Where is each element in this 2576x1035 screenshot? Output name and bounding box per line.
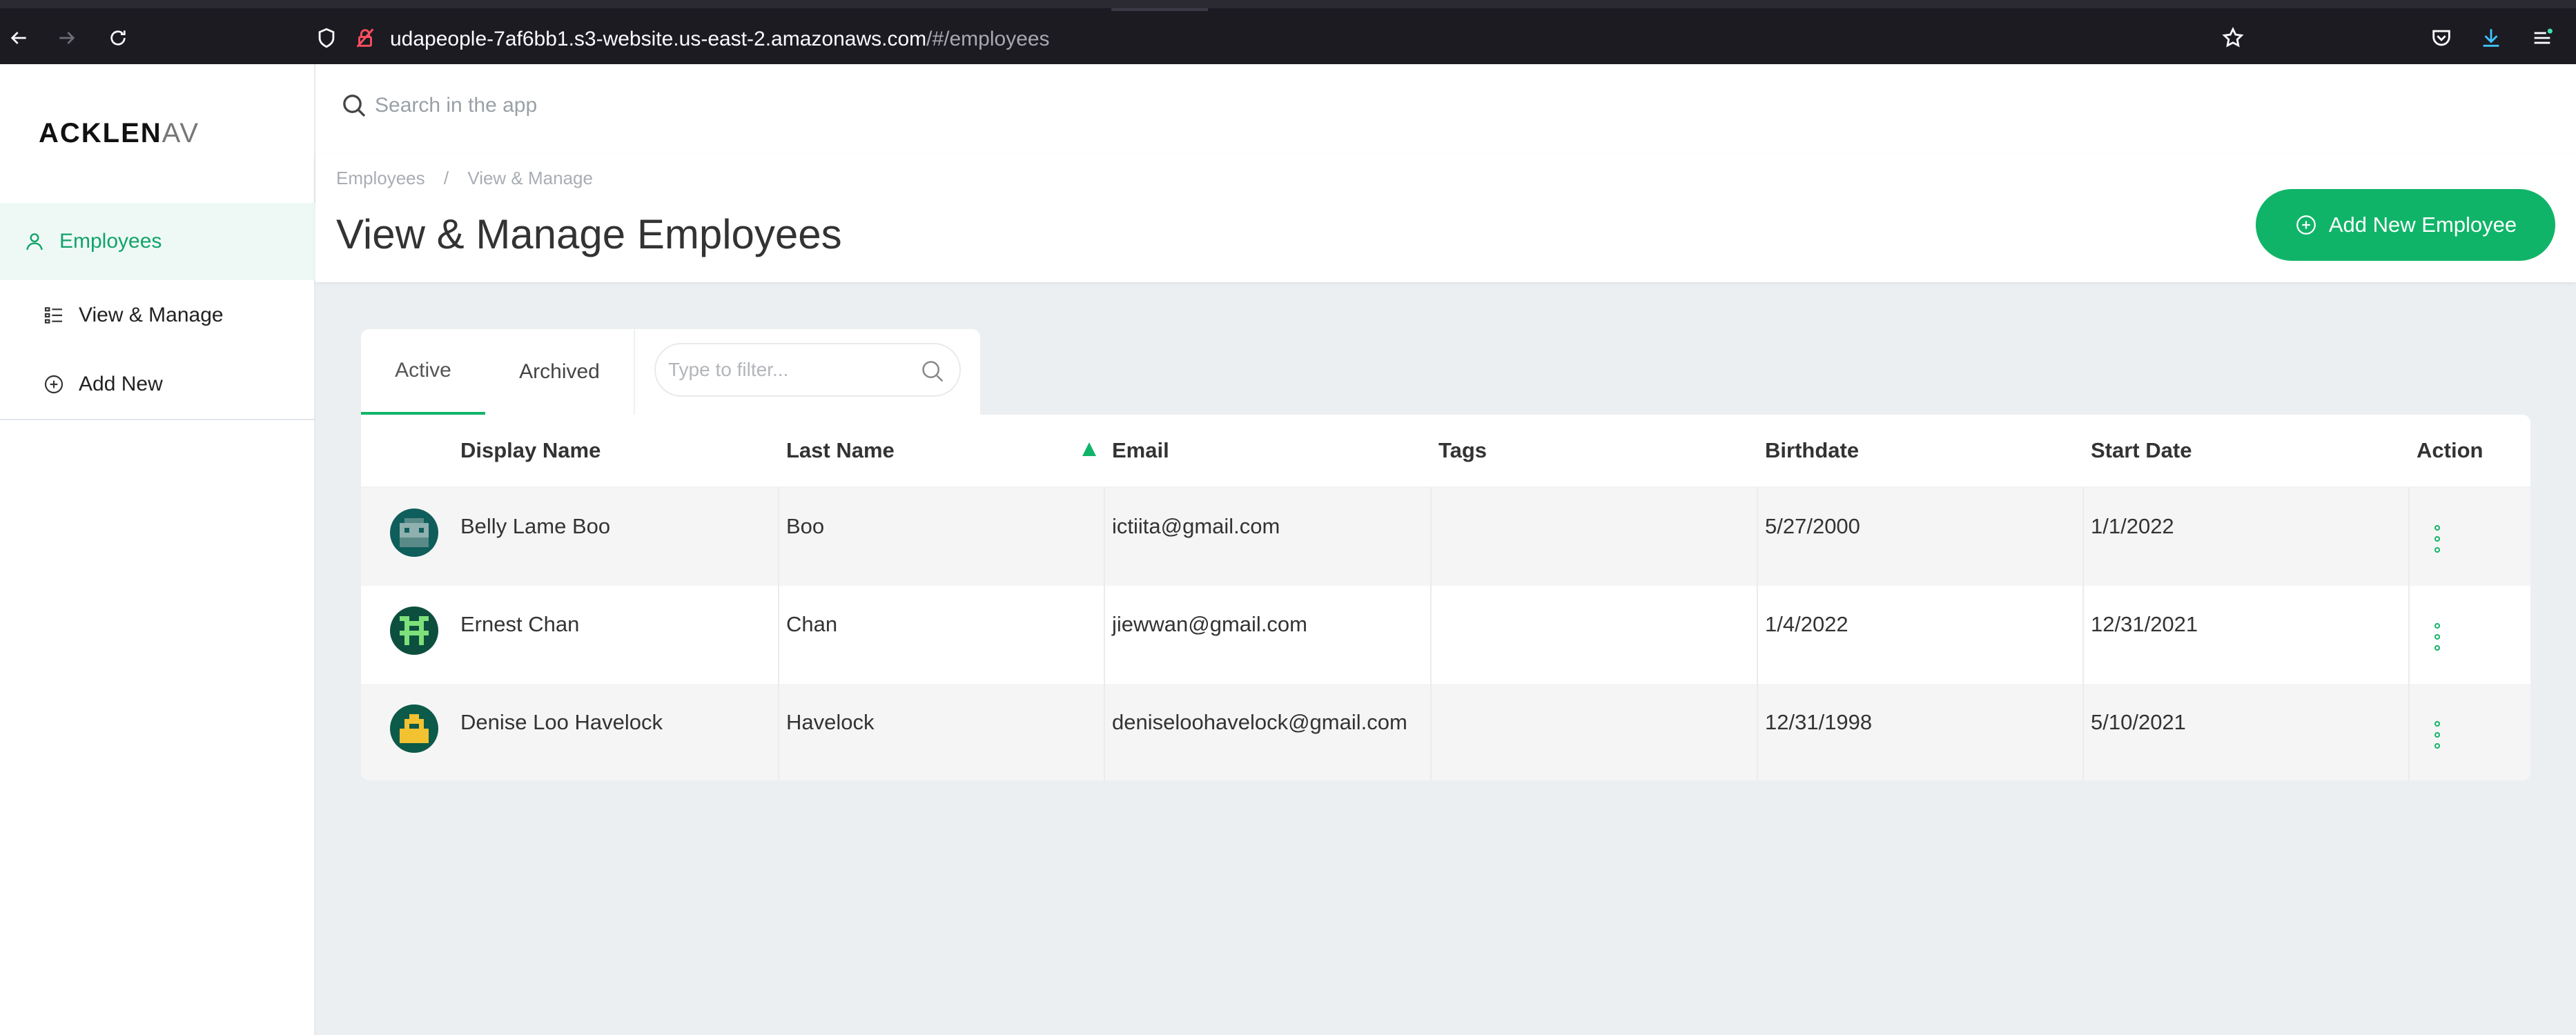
cell-divider <box>2408 586 2410 684</box>
cell-last-name: Havelock <box>786 710 875 734</box>
more-vertical-icon[interactable] <box>2429 623 2446 651</box>
breadcrumb-separator: / <box>443 168 449 188</box>
cell-display-name: Belly Lame Boo <box>460 514 611 538</box>
sidebar-item-employees[interactable]: Employees <box>0 203 315 280</box>
reload-icon[interactable] <box>101 21 135 55</box>
column-header-start-date[interactable]: Start Date <box>2091 438 2192 463</box>
add-button-label: Add New Employee <box>2328 213 2517 237</box>
insecure-lock-icon[interactable] <box>351 23 380 52</box>
cell-divider <box>2408 488 2410 586</box>
cell-divider <box>1104 586 1105 684</box>
column-header-last-name[interactable]: Last Name <box>786 438 895 463</box>
column-header-action: Action <box>2417 438 2484 462</box>
cell-divider <box>1104 488 1105 586</box>
avatar <box>390 704 438 753</box>
column-header-tags[interactable]: Tags <box>1438 438 1487 463</box>
more-vertical-icon[interactable] <box>2429 721 2446 749</box>
forward-icon[interactable] <box>50 21 84 55</box>
cell-email: deniseloohavelock@gmail.com <box>1112 710 1407 734</box>
bookmark-star-icon[interactable] <box>2218 23 2247 52</box>
tab-archived[interactable]: Archived <box>485 329 634 415</box>
cell-divider <box>2408 684 2410 780</box>
tab-active[interactable]: Active <box>361 329 485 415</box>
breadcrumb-view-manage: View & Manage <box>467 168 593 188</box>
cell-birthdate: 12/31/1998 <box>1765 710 1873 734</box>
cell-start-date: 12/31/2021 <box>2091 612 2198 636</box>
cell-divider <box>1757 684 1758 780</box>
person-icon <box>22 229 47 254</box>
download-icon[interactable] <box>2477 23 2506 52</box>
add-new-employee-button[interactable]: Add New Employee <box>2256 189 2555 261</box>
cell-divider <box>2082 684 2084 780</box>
search-icon[interactable] <box>919 358 946 384</box>
cell-divider <box>778 684 779 780</box>
more-vertical-icon[interactable] <box>2429 525 2446 553</box>
logo: ACKLENAV <box>39 118 200 148</box>
cell-last-name: Boo <box>786 514 825 538</box>
main-content: Employees / View & Manage View & Manage … <box>315 64 2576 1035</box>
sidebar: ACKLENAV Employees View & Manage Add New <box>0 64 315 1035</box>
plus-circle-icon <box>2296 215 2316 235</box>
cell-divider <box>2082 586 2084 684</box>
shield-icon[interactable] <box>312 23 341 52</box>
sidebar-item-label: View & Manage <box>79 304 224 326</box>
breadcrumb-employees[interactable]: Employees <box>336 168 425 188</box>
table-header: Display Name Last Name Email Tags Birthd… <box>361 415 2530 488</box>
sidebar-divider <box>0 419 315 420</box>
breadcrumb: Employees / View & Manage <box>336 168 607 189</box>
tab-indicator <box>1111 8 1208 11</box>
column-header-email[interactable]: Email <box>1112 438 1169 463</box>
cell-last-name: Chan <box>786 612 838 636</box>
sidebar-item-label: Add New <box>79 373 163 395</box>
sort-ascending-icon[interactable] <box>1082 442 1096 456</box>
cell-start-date: 1/1/2022 <box>2091 514 2174 538</box>
cell-divider <box>1430 684 1432 780</box>
cell-divider <box>2082 488 2084 586</box>
cell-divider <box>778 488 779 586</box>
tabs-bar: Active Archived <box>361 329 980 415</box>
filter-input[interactable] <box>668 354 903 386</box>
browser-toolbar: udapeople-7af6bb1.s3-website.us-east-2.a… <box>0 0 2576 64</box>
avatar <box>390 607 438 655</box>
cell-divider <box>1104 684 1105 780</box>
tab-divider <box>634 329 635 415</box>
page-title: View & Manage Employees <box>336 211 842 257</box>
cell-email: jiewwan@gmail.com <box>1112 612 1307 636</box>
back-icon[interactable] <box>1 21 36 55</box>
avatar <box>390 509 438 557</box>
table-row[interactable]: Ernest Chan Chan jiewwan@gmail.com 1/4/2… <box>361 586 2530 684</box>
cell-display-name: Denise Loo Havelock <box>460 710 663 734</box>
column-header-birthdate[interactable]: Birthdate <box>1765 438 1859 463</box>
cell-divider <box>1430 586 1432 684</box>
cell-start-date: 5/10/2021 <box>2091 710 2186 734</box>
employees-table: Display Name Last Name Email Tags Birthd… <box>361 415 2530 780</box>
table-row[interactable]: Belly Lame Boo Boo ictiita@gmail.com 5/2… <box>361 488 2530 586</box>
sidebar-item-add-new[interactable]: Add New <box>0 346 315 423</box>
pocket-icon[interactable] <box>2427 23 2456 52</box>
cell-birthdate: 1/4/2022 <box>1765 612 1848 636</box>
cell-email: ictiita@gmail.com <box>1112 514 1280 538</box>
cell-birthdate: 5/27/2000 <box>1765 514 1860 538</box>
table-row[interactable]: Denise Loo Havelock Havelock deniselooha… <box>361 684 2530 780</box>
list-icon <box>41 303 66 328</box>
filter-box <box>654 343 961 397</box>
column-header-display-name[interactable]: Display Name <box>460 438 601 463</box>
url-text[interactable]: udapeople-7af6bb1.s3-website.us-east-2.a… <box>390 28 1050 51</box>
plus-circle-icon <box>41 372 66 397</box>
sidebar-item-view-manage[interactable]: View & Manage <box>0 277 315 354</box>
cell-display-name: Ernest Chan <box>460 612 580 636</box>
sidebar-item-label: Employees <box>59 230 162 253</box>
cell-divider <box>1757 488 1758 586</box>
cell-divider <box>1757 586 1758 684</box>
menu-icon[interactable] <box>2528 23 2557 52</box>
cell-divider <box>1430 488 1432 586</box>
cell-divider <box>778 586 779 684</box>
